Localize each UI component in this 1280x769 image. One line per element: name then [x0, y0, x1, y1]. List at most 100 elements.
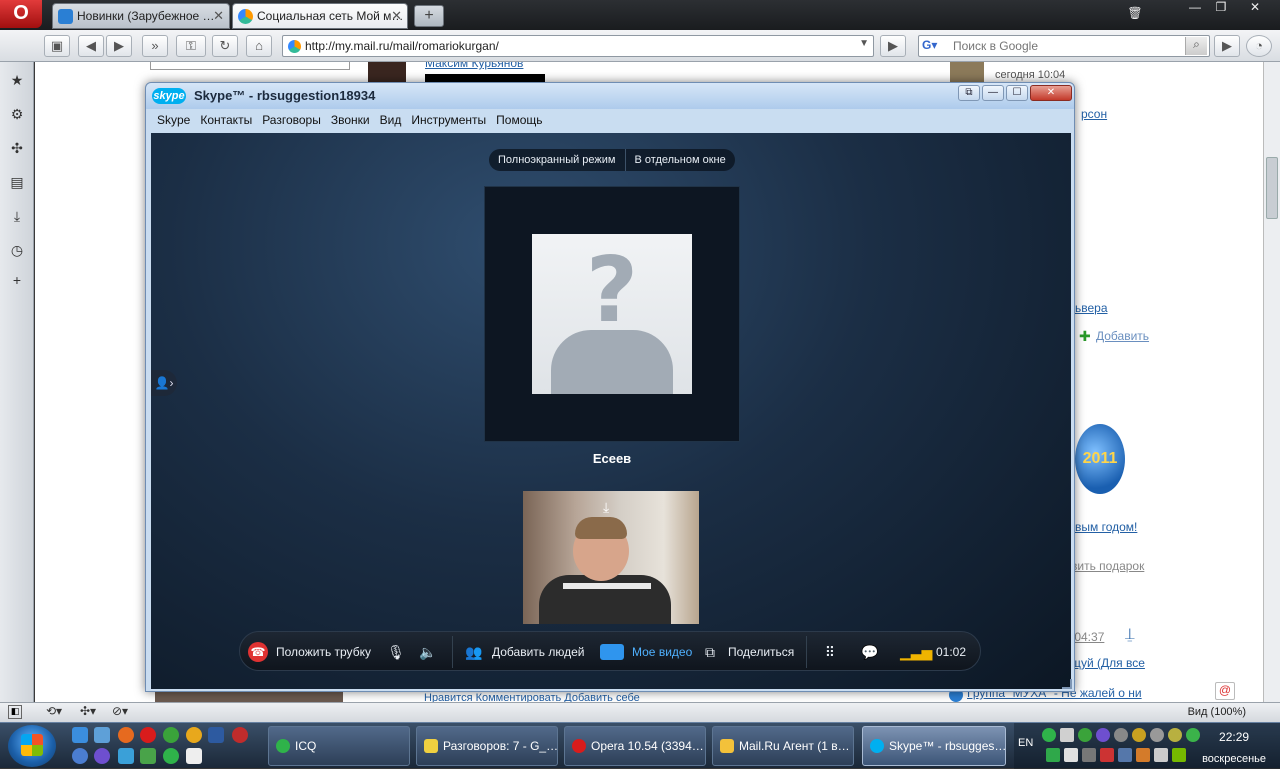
menu-contacts[interactable]: Контакты: [197, 109, 255, 131]
search-bar[interactable]: G▾ ⌕: [918, 35, 1210, 57]
spiral-tray-icon[interactable]: [1096, 728, 1110, 742]
sync-icon[interactable]: ⟲▾: [46, 704, 62, 718]
flag-tray-icon[interactable]: [1118, 748, 1132, 762]
scrollbar-thumb[interactable]: [1266, 157, 1278, 219]
close-tab-icon[interactable]: ✕: [391, 4, 402, 28]
key-tray-icon[interactable]: [1168, 728, 1182, 742]
search-input[interactable]: [953, 38, 1173, 54]
separate-window-button[interactable]: В отдельном окне: [626, 149, 735, 171]
url-input[interactable]: [305, 38, 845, 54]
aimp-icon[interactable]: [186, 727, 202, 743]
go-icon[interactable]: ▶: [880, 35, 906, 57]
menu-tools[interactable]: Инструменты: [408, 109, 489, 131]
fast-forward-icon[interactable]: »: [142, 35, 168, 57]
speaker-button[interactable]: 🔈: [418, 632, 446, 672]
notes-icon[interactable]: ▤: [9, 174, 25, 190]
add-panel-icon[interactable]: +: [9, 272, 25, 288]
nvidia-icon[interactable]: [1172, 748, 1186, 762]
save-icon[interactable]: ▣: [44, 35, 70, 57]
gift-link[interactable]: вить подарок: [1071, 559, 1144, 573]
widgets-gear-icon[interactable]: ⚙: [9, 106, 25, 122]
icq-tray-icon[interactable]: [1042, 728, 1056, 742]
restore-icon[interactable]: ❐: [1210, 0, 1232, 14]
firefox-icon[interactable]: [118, 727, 134, 743]
add-people-button[interactable]: 👥 Добавить людей: [464, 632, 584, 672]
zoom-label[interactable]: Вид (100%): [1188, 706, 1246, 718]
bookmarks-icon[interactable]: ★: [9, 72, 25, 88]
unite-icon[interactable]: ✣▾: [80, 704, 96, 718]
tab-novinki[interactable]: Новинки (Зарубежное … ✕: [52, 3, 230, 29]
trash-icon[interactable]: 🗑: [1124, 6, 1146, 24]
explorer-icon[interactable]: [72, 748, 88, 764]
new-year-link[interactable]: вым годом!: [1075, 520, 1137, 534]
snapshot-icon[interactable]: ⤓: [603, 499, 609, 516]
fullscreen-button[interactable]: Полноэкранный режим: [489, 149, 625, 171]
home-icon[interactable]: ⌂: [246, 35, 272, 57]
opera-icon[interactable]: [140, 727, 156, 743]
share-button[interactable]: ⧉ Поделиться: [700, 632, 794, 672]
menu-skype[interactable]: Skype: [154, 109, 193, 131]
close-tab-icon[interactable]: ✕: [213, 4, 224, 28]
new-tab-button[interactable]: +: [414, 5, 444, 27]
compact-view-icon[interactable]: ⧉: [958, 85, 980, 101]
tray-icon[interactable]: [1064, 748, 1078, 762]
menu-view[interactable]: Вид: [377, 109, 405, 131]
menu-conversations[interactable]: Разговоры: [259, 109, 324, 131]
skype-title-bar[interactable]: skype Skype™ - rbsuggestion18934 ⧉ — ☐ ✕: [146, 83, 1074, 109]
chevron-down-icon[interactable]: ▼: [859, 38, 869, 49]
maximize-icon[interactable]: ☐: [1006, 85, 1028, 101]
taskbar-item-icq[interactable]: ICQ: [268, 726, 410, 766]
alert-tray-icon[interactable]: [1136, 748, 1150, 762]
back-icon[interactable]: ◀: [78, 35, 104, 57]
minimize-icon[interactable]: —: [1184, 0, 1206, 14]
tray-icon[interactable]: [1046, 748, 1060, 762]
taskbar-item-mail-agent[interactable]: Mail.Ru Агент (1 в…: [712, 726, 854, 766]
tool-tray-icon[interactable]: [1114, 728, 1128, 742]
downloads-icon[interactable]: ⤓: [9, 208, 25, 224]
close-icon[interactable]: ✕: [1030, 85, 1072, 101]
flag-tray-icon[interactable]: [1100, 748, 1114, 762]
keyboard-tray-icon[interactable]: [1060, 728, 1074, 742]
tab-mail-social[interactable]: Социальная сеть Мой м… ✕: [232, 3, 408, 29]
at-mail-icon[interactable]: @: [1215, 682, 1235, 700]
resize-grip-icon[interactable]: [1062, 679, 1072, 689]
user-thumbnail[interactable]: [368, 62, 406, 84]
panel-toggle-icon[interactable]: ◧: [8, 705, 22, 719]
right-link-1[interactable]: рсон: [1081, 107, 1107, 121]
date-link[interactable]: /04:37: [1071, 630, 1104, 644]
minimize-icon[interactable]: —: [982, 85, 1004, 101]
contacts-toggle-icon[interactable]: 👤›: [151, 370, 177, 396]
clock[interactable]: 22:29 воскресенье: [1202, 729, 1266, 767]
search-icon[interactable]: ⌕: [1185, 37, 1207, 55]
mute-microphone-button[interactable]: 🎙: [386, 632, 414, 672]
network-icon[interactable]: [118, 748, 134, 764]
wand-key-icon[interactable]: ⚿: [176, 35, 206, 57]
menu-help[interactable]: Помощь: [493, 109, 545, 131]
icq-icon[interactable]: [163, 748, 179, 764]
photo-strip[interactable]: [155, 692, 343, 702]
show-desktop-icon[interactable]: [94, 727, 110, 743]
my-video-button[interactable]: Мое видео: [600, 632, 692, 672]
call-quality-button[interactable]: ▁▃▅: [900, 632, 932, 672]
taskbar-item-opera[interactable]: Opera 10.54 (3394…: [564, 726, 706, 766]
profile-link[interactable]: Максим Курьянов: [425, 62, 523, 70]
utorrent-icon[interactable]: [163, 727, 179, 743]
taskbar-item-skype[interactable]: Skype™ - rbsugges…: [862, 726, 1006, 766]
volume-icon[interactable]: [1154, 748, 1168, 762]
chat-button[interactable]: 💬: [860, 632, 888, 672]
document-icon[interactable]: [186, 748, 202, 764]
network-tray-icon[interactable]: [1082, 748, 1096, 762]
group-link-1[interactable]: щуй (Для все: [1071, 656, 1145, 670]
reload-icon[interactable]: ↻: [212, 35, 238, 57]
taskbar-item-conversations[interactable]: Разговоров: 7 - G_…: [416, 726, 558, 766]
download-icon[interactable]: [140, 748, 156, 764]
dialpad-button[interactable]: ⠿: [820, 632, 848, 672]
self-video-preview[interactable]: ⤓: [523, 491, 699, 624]
daemon-icon[interactable]: [208, 727, 224, 743]
add-link[interactable]: Добавить: [1096, 329, 1149, 343]
hangup-button[interactable]: ☎ Положить трубку: [248, 632, 371, 672]
friend-avatar[interactable]: [950, 62, 984, 84]
opera-menu-button[interactable]: O: [0, 0, 42, 28]
google-icon[interactable]: G▾: [922, 38, 950, 54]
speed-dial-icon[interactable]: ◔: [1246, 35, 1272, 57]
